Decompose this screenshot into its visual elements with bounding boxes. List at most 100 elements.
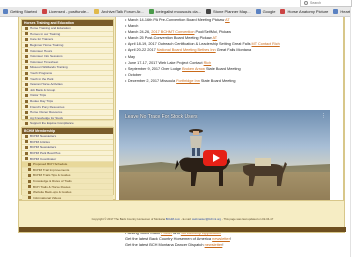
bookmark-item[interactable]: Heart Talk (1) bbox=[333, 9, 350, 14]
bullet-icon bbox=[28, 190, 31, 194]
bookmarks-bar: Getting Started Licensed - postfunde... Ar… bbox=[0, 7, 350, 17]
bullet-icon: • bbox=[125, 72, 127, 77]
bookmark-favicon-icon bbox=[94, 9, 100, 14]
left-margin bbox=[0, 17, 18, 217]
event-link[interactable]: MT Contact Rich bbox=[252, 42, 280, 46]
event-link[interactable]: Broken Arrow bbox=[182, 67, 205, 71]
bullet-icon bbox=[28, 196, 31, 200]
bullet-icon bbox=[28, 168, 31, 172]
footer-bar bbox=[19, 227, 346, 232]
bullet-icon bbox=[28, 173, 31, 177]
bookmark-favicon-icon bbox=[255, 9, 261, 14]
bookmark-label: icelegalist mousouis cla... bbox=[155, 9, 201, 14]
bullet-icon bbox=[25, 134, 28, 138]
event-text: December 2, 2017 Missoula bbox=[127, 78, 177, 83]
info-link[interactable]: newsletter bbox=[205, 242, 223, 247]
bullet-icon bbox=[25, 157, 28, 161]
event-link[interactable]: Rich bbox=[204, 61, 212, 65]
bullet-icon: • bbox=[125, 78, 127, 83]
sidebar-link-label: Youth Programs bbox=[30, 71, 53, 76]
bookmark-item[interactable]: Archive/Talk Forum Ar... bbox=[94, 9, 146, 14]
bookmark-favicon-icon bbox=[280, 9, 286, 14]
bullet-icon: • bbox=[125, 24, 127, 29]
sidebar-link-label: Friend's Pony Resources bbox=[30, 104, 65, 109]
sidebar-link-label: BCHM Coordinator bbox=[30, 156, 57, 161]
info-link[interactable]: newsletter bbox=[212, 236, 230, 241]
sidebar-link-label: Care for Trainers bbox=[30, 37, 54, 42]
bullet-icon bbox=[25, 88, 28, 92]
bullet-icon: • bbox=[125, 60, 127, 65]
event-link[interactable]: Forthridge Inn bbox=[176, 79, 200, 83]
event-line: • December 2, 2017 Missoula Forthridge In… bbox=[125, 78, 335, 84]
event-link[interactable]: AT bbox=[212, 36, 217, 40]
sidebar-link-label: Proposed BCH Schedule bbox=[33, 162, 68, 167]
sidebar-link-label: Veteran Horse Activities bbox=[30, 82, 63, 87]
bullet-icon bbox=[25, 140, 28, 144]
bullet-icon: • bbox=[125, 48, 127, 53]
footer-mid: - E-mail: bbox=[180, 217, 193, 221]
sidebar-link-label: Website Back-ups & Guides bbox=[33, 190, 72, 195]
bullet-icon bbox=[25, 116, 28, 120]
sidebar-link-label: Horse Training and Education bbox=[30, 26, 71, 31]
footer-tail: - This page was last updated on 02-04-17 bbox=[221, 217, 274, 221]
search-input[interactable]: Search bbox=[300, 0, 352, 7]
bookmark-favicon-icon bbox=[205, 9, 211, 14]
footer-link-email[interactable]: webmaster@bchmt.org bbox=[192, 217, 221, 221]
bullet-icon: • bbox=[125, 36, 127, 41]
event-text-after: Great Falls Montana bbox=[215, 48, 252, 53]
info-mid: ! bbox=[222, 242, 224, 248]
event-text: October bbox=[127, 72, 142, 77]
sidebar-link-label: BCHM Articles bbox=[30, 139, 50, 144]
bullet-icon: • bbox=[125, 18, 127, 22]
bookmark-item[interactable]: icelegalist mousouis cla... bbox=[148, 9, 204, 14]
bookmark-label: Google bbox=[262, 9, 276, 14]
bullet-icon bbox=[25, 26, 28, 30]
bookmark-item[interactable]: Stone Planner Map... bbox=[205, 9, 254, 14]
bookmark-label: Horse Anatomy Picture bbox=[287, 9, 329, 14]
bookmark-label: Getting Started bbox=[10, 9, 37, 14]
event-link[interactable]: 2017 BCHMT Convention bbox=[151, 30, 194, 34]
sidebar-link-label: Beginner Horse Training bbox=[30, 43, 64, 48]
bullet-icon bbox=[25, 71, 28, 75]
main-content: • March 14-16th PA Pre-Convention Board M… bbox=[119, 17, 343, 247]
bullet-icon bbox=[25, 37, 28, 41]
bullet-icon bbox=[25, 43, 28, 47]
bookmark-item[interactable]: Horse Anatomy Picture bbox=[280, 9, 331, 14]
footer-link-site[interactable]: BCHM.com bbox=[166, 217, 180, 221]
event-text: March 24-26, bbox=[127, 30, 152, 35]
sidebar-link-label: Youth in the Park bbox=[30, 76, 54, 81]
more-options-icon[interactable]: ⋮ bbox=[321, 113, 326, 119]
sidebar-link-label: Support the Equine Compliance bbox=[30, 121, 74, 126]
sidebar-section-training: Horses Training and Education Horse Trai… bbox=[21, 19, 114, 155]
bookmark-label: Archive/Talk Forum Ar... bbox=[101, 9, 144, 14]
bookmark-favicon-icon bbox=[148, 9, 154, 14]
bullet-icon bbox=[28, 185, 31, 189]
bookmark-item[interactable]: Google bbox=[255, 9, 279, 14]
event-link[interactable]: National Board Meeting Bethes Inn bbox=[157, 48, 216, 52]
video-title: Leave No Trace For Stock Users bbox=[125, 114, 198, 120]
bullet-icon: • bbox=[125, 54, 127, 59]
event-link[interactable]: AT bbox=[225, 18, 230, 22]
event-text-after: Pool/SelfMoi, Pickaw bbox=[194, 30, 231, 35]
info-mid: ! bbox=[229, 236, 231, 242]
event-text: May bbox=[127, 54, 136, 59]
bullet-icon bbox=[25, 105, 28, 109]
search-placeholder: Search bbox=[310, 1, 322, 5]
sidebar-link-label: BCHM Trail Improvements bbox=[33, 167, 70, 172]
sidebar-link-label: Horse Owner Resource bbox=[30, 110, 63, 115]
info-line: Get the latest BCH Montana Dancer Dispat… bbox=[125, 242, 339, 248]
footer-copyright: Copyright © 2017 The Back Country Horsem… bbox=[19, 217, 346, 221]
bookmark-item[interactable]: Licensed - postfunde... bbox=[41, 9, 92, 14]
bullet-icon bbox=[25, 99, 28, 103]
play-button[interactable] bbox=[203, 150, 227, 166]
footer: Copyright © 2017 The Back Country Horsem… bbox=[18, 200, 346, 233]
bookmark-item[interactable]: Getting Started bbox=[3, 9, 40, 14]
sidebar-link-label: BCHM Newsletters bbox=[30, 145, 57, 150]
sidebar-link-label: Ag Knowledge for Stock bbox=[30, 115, 64, 120]
sidebar-link-label: Job Bank & Group bbox=[30, 87, 56, 92]
vertical-scrollbar[interactable] bbox=[350, 7, 362, 257]
event-text: March 25 Post-Convention Board Meeting P… bbox=[127, 36, 213, 41]
bookmark-label: Heart Talk (1) bbox=[340, 9, 350, 14]
sidebar-link-label: BCHM Newsletters bbox=[30, 134, 57, 139]
sidebar-link-label: Missouri Wildlands Training bbox=[30, 65, 68, 70]
